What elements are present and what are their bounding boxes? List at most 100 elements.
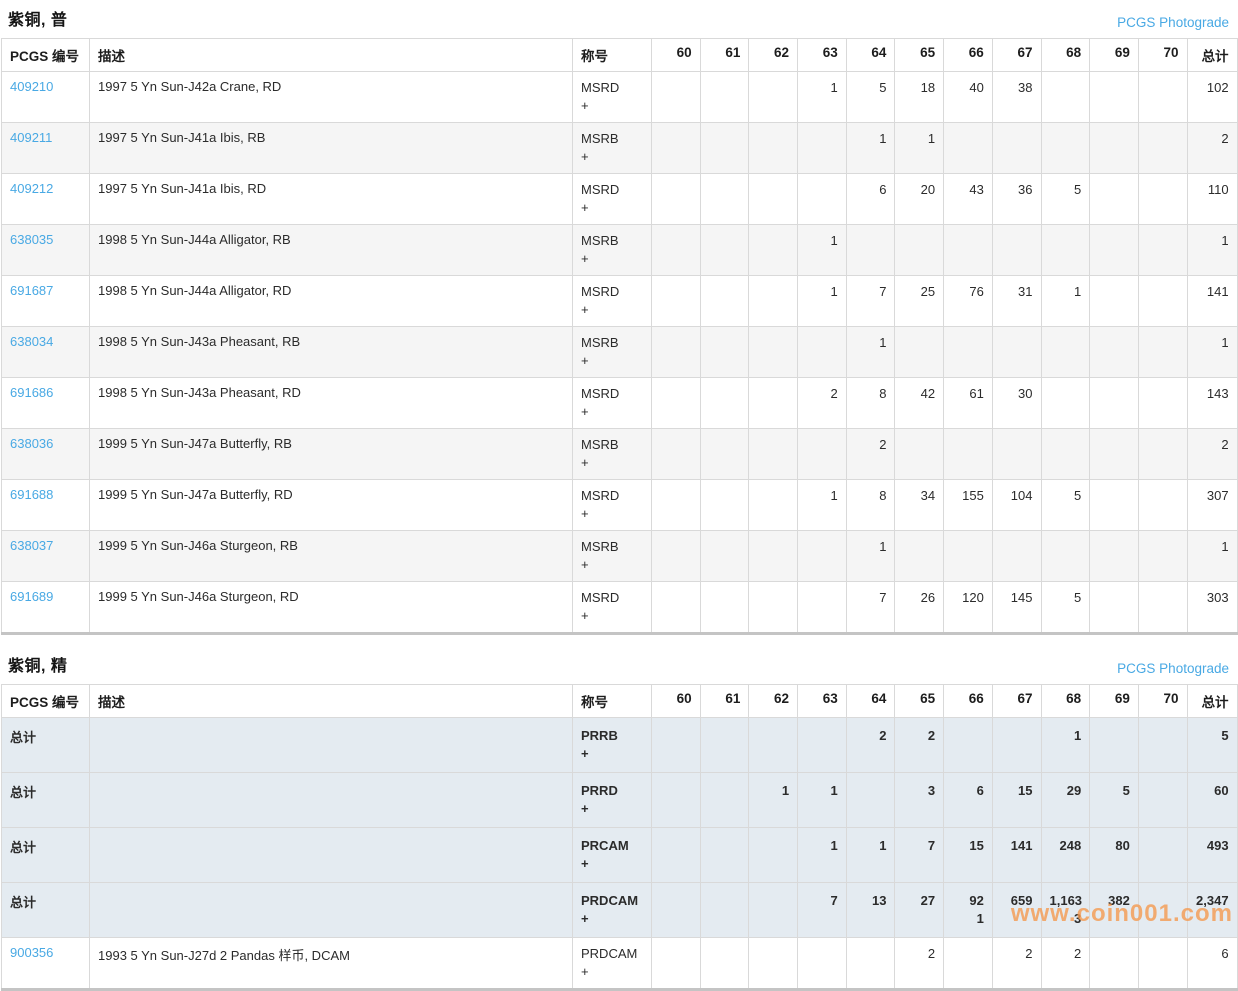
grade-count-main: 3 — [903, 782, 935, 800]
grade-count-main: 42 — [903, 385, 935, 403]
description-cell: 1998 5 Yn Sun-J44a Alligator, RB — [90, 225, 573, 276]
grade-count-plus — [1050, 403, 1082, 421]
grade-count-plus — [1050, 505, 1082, 523]
grade-count-cell — [1090, 718, 1139, 773]
row-total-cell: 2,347 — [1187, 883, 1237, 938]
table-row: 6916891999 5 Yn Sun-J46a Sturgeon, RDMSR… — [2, 582, 1238, 634]
pcgs-number-link[interactable]: 691686 — [10, 385, 53, 400]
grade-count-plus — [806, 855, 838, 873]
grade-count-cell: 1 — [846, 531, 895, 582]
grade-count-cell — [1090, 480, 1139, 531]
grade-count-plus — [1050, 97, 1082, 115]
pcgs-number-link[interactable]: 638034 — [10, 334, 53, 349]
grade-count-main — [806, 945, 838, 963]
grade-count-main — [806, 589, 838, 607]
grade-count-main: 1 — [757, 782, 789, 800]
grade-count-main — [709, 538, 741, 556]
grade-count-plus — [1001, 505, 1033, 523]
table-row: 4092101997 5 Yn Sun-J42a Crane, RDMSRD+1… — [2, 72, 1238, 123]
grade-count-plus — [952, 148, 984, 166]
grade-count-cell — [749, 276, 798, 327]
photograde-link[interactable]: PCGS Photograde — [1117, 15, 1229, 30]
grade-count-main — [1098, 181, 1130, 199]
grade-count-main: 2 — [1050, 945, 1082, 963]
grade-count-main: 1 — [1050, 727, 1082, 745]
grade-count-cell: 1 — [798, 72, 847, 123]
designation-label: MSRD — [581, 589, 643, 607]
grade-count-cell — [652, 531, 701, 582]
pcgs-number-cell: 409210 — [2, 72, 90, 123]
grade-count-main: 2 — [855, 727, 887, 745]
grade-count-plus — [757, 745, 789, 763]
grade-count-main — [660, 232, 692, 250]
grade-count-plus — [855, 352, 887, 370]
grade-count-cell: 7 — [798, 883, 847, 938]
header-row: PCGS 编号描述称号6061626364656667686970总计 — [2, 685, 1238, 718]
grade-count-plus — [1147, 352, 1179, 370]
photograde-link[interactable]: PCGS Photograde — [1117, 661, 1229, 676]
grade-count-plus — [709, 199, 741, 217]
grade-count-plus — [806, 352, 838, 370]
grade-count-plus — [855, 963, 887, 981]
grade-count-cell — [944, 531, 993, 582]
col-header-grade-60: 60 — [652, 685, 701, 718]
pcgs-number-link[interactable]: 409211 — [10, 130, 52, 145]
grade-count-main: 7 — [806, 892, 838, 910]
total-row-label: 总计 — [10, 840, 36, 855]
col-header-grade-66: 66 — [944, 39, 993, 72]
grade-count-main — [1001, 130, 1033, 148]
grade-count-cell — [652, 718, 701, 773]
grade-count-main — [1147, 837, 1179, 855]
col-header-description: 描述 — [90, 685, 573, 718]
grade-count-main — [660, 436, 692, 454]
grade-count-main — [757, 538, 789, 556]
description-cell: 1997 5 Yn Sun-J41a Ibis, RB — [90, 123, 573, 174]
grade-count-main: 6 — [952, 782, 984, 800]
grade-count-cell: 15 — [992, 773, 1041, 828]
grade-count-cell — [1041, 531, 1090, 582]
grade-count-cell — [700, 938, 749, 990]
grade-count-plus — [903, 199, 935, 217]
grade-count-cell — [749, 582, 798, 634]
pcgs-number-link[interactable]: 691688 — [10, 487, 53, 502]
grade-count-main: 1 — [903, 130, 935, 148]
grade-count-main — [757, 487, 789, 505]
pcgs-number-link[interactable]: 638037 — [10, 538, 53, 553]
grade-count-plus — [757, 910, 789, 928]
grade-count-main — [806, 436, 838, 454]
grade-count-main: 5 — [855, 79, 887, 97]
grade-count-plus — [1098, 250, 1130, 268]
designation-plus: + — [581, 556, 643, 574]
grade-count-plus — [1147, 607, 1179, 625]
grade-count-cell — [798, 531, 847, 582]
grade-count-plus — [855, 97, 887, 115]
table-row: 4092121997 5 Yn Sun-J41a Ibis, RDMSRD+62… — [2, 174, 1238, 225]
section-header-regular: 紫铜, 普 PCGS Photograde — [1, 0, 1237, 38]
pcgs-number-link[interactable]: 691687 — [10, 283, 53, 298]
grade-count-main: 1 — [806, 487, 838, 505]
pcgs-number-link[interactable]: 409210 — [10, 79, 53, 94]
pcgs-number-link[interactable]: 409212 — [10, 181, 53, 196]
grade-count-plus — [806, 403, 838, 421]
grade-count-plus — [1098, 403, 1130, 421]
grade-count-main — [1147, 436, 1179, 454]
grade-count-main — [1147, 385, 1179, 403]
grade-count-cell — [1138, 72, 1187, 123]
grade-count-main — [952, 130, 984, 148]
grade-count-cell: 1 — [1041, 276, 1090, 327]
pcgs-number-link[interactable]: 900356 — [10, 945, 53, 960]
pcgs-number-link[interactable]: 691689 — [10, 589, 53, 604]
grade-count-main — [660, 589, 692, 607]
grade-count-plus — [660, 745, 692, 763]
pcgs-number-link[interactable]: 638036 — [10, 436, 53, 451]
grade-count-cell — [1090, 276, 1139, 327]
grade-count-plus — [1147, 855, 1179, 873]
pcgs-number-link[interactable]: 638035 — [10, 232, 53, 247]
grade-count-plus — [709, 97, 741, 115]
row-total-value: 493 — [1196, 837, 1229, 855]
grade-count-cell — [700, 480, 749, 531]
grade-count-cell — [1138, 480, 1187, 531]
col-header-grade-68: 68 — [1041, 685, 1090, 718]
grade-count-cell: 40 — [944, 72, 993, 123]
description-cell: 1993 5 Yn Sun-J27d 2 Pandas 样币, DCAM — [90, 938, 573, 990]
